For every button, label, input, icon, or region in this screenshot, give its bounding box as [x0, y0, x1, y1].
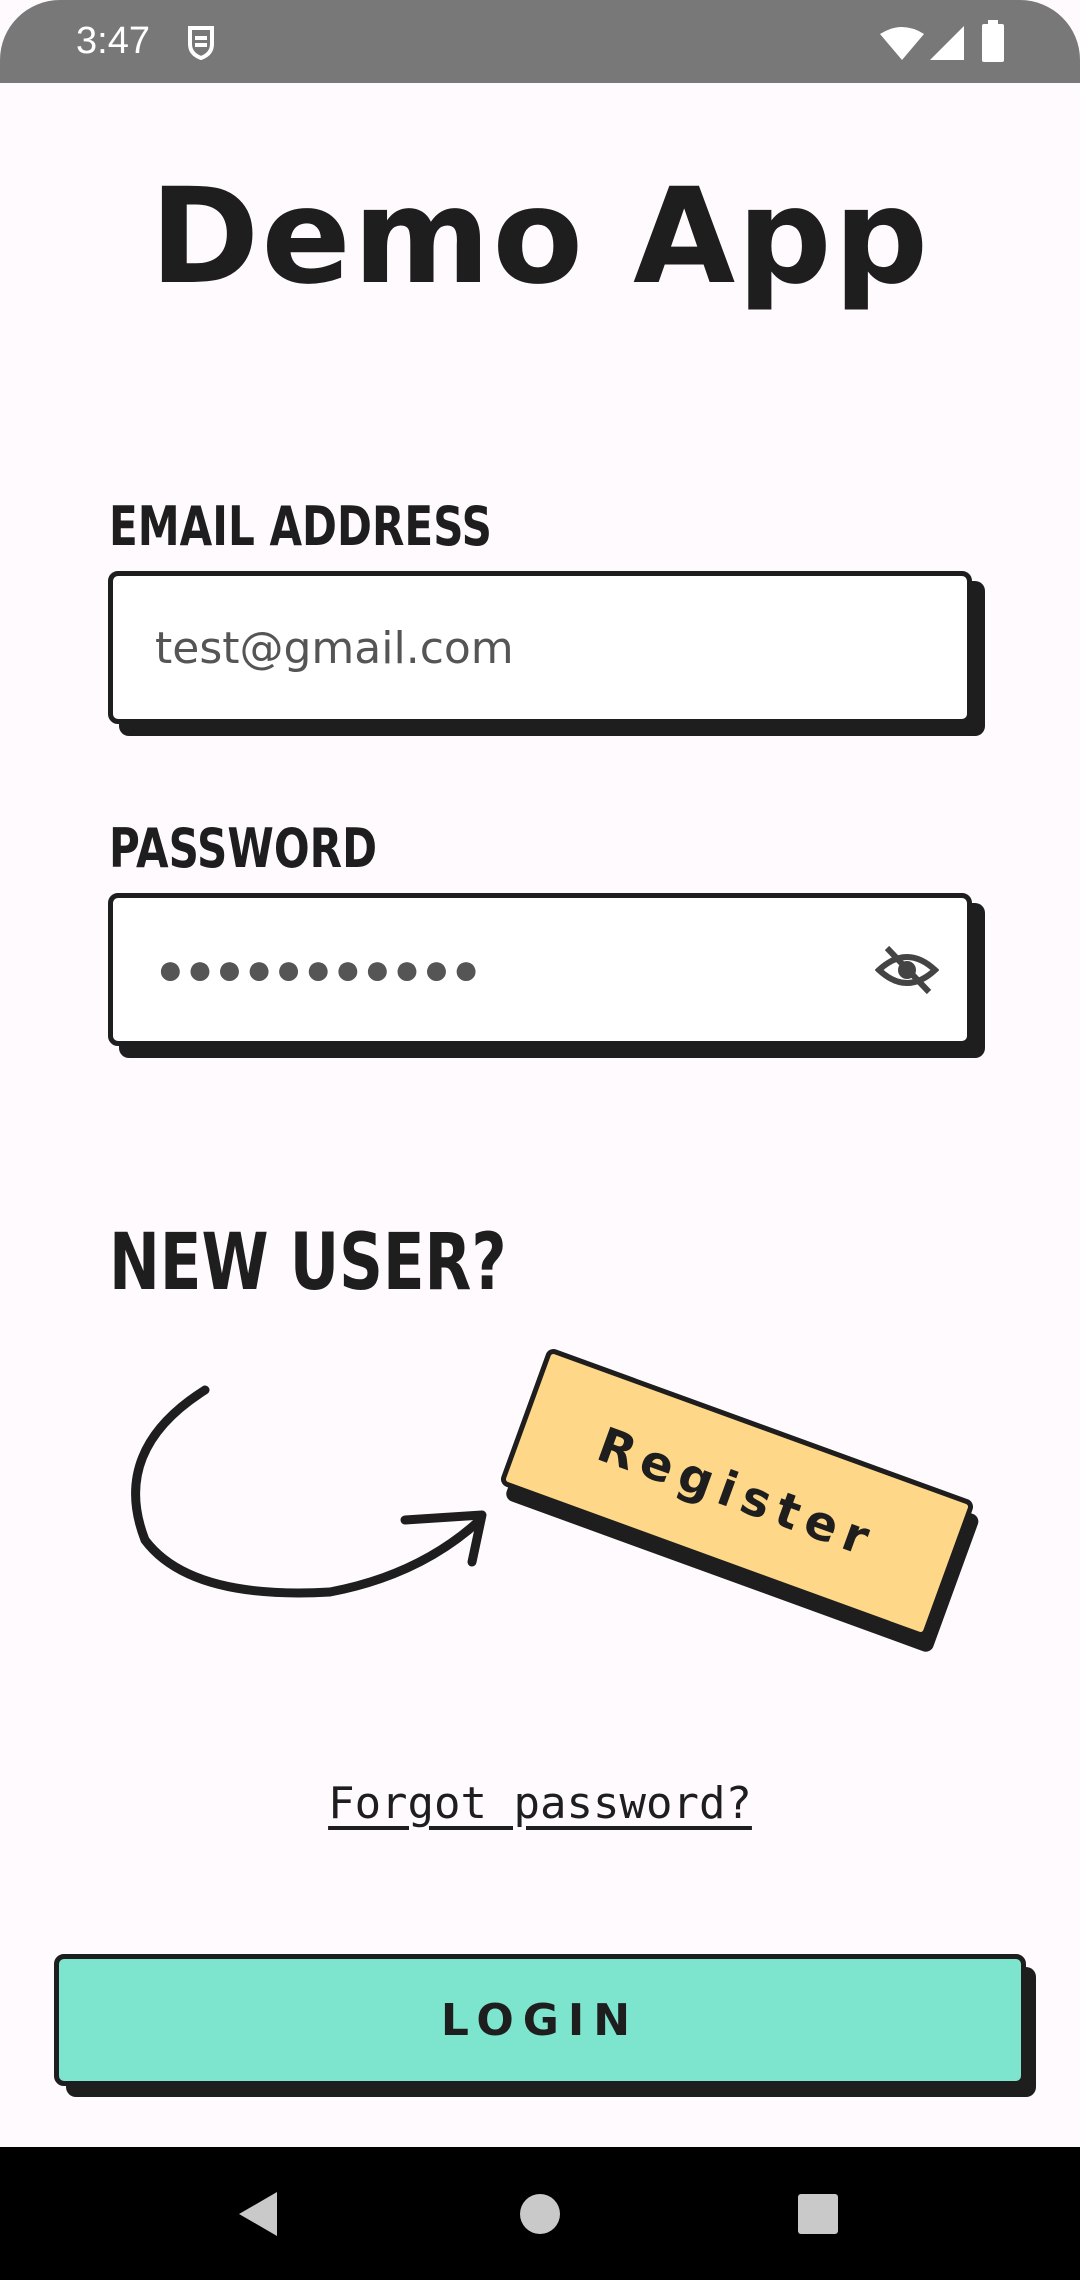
app-title: Demo App — [149, 160, 931, 314]
forgot-password-link[interactable]: Forgot password? — [328, 1778, 752, 1829]
status-time: 3:47 — [76, 20, 150, 62]
battery-icon — [982, 20, 1004, 62]
password-input[interactable]: ●●●●●●●●●●● — [157, 898, 482, 1041]
curved-arrow-icon — [131, 1385, 487, 1598]
recents-button[interactable] — [758, 2147, 878, 2280]
register-button-wrap: Register — [498, 1346, 981, 1654]
forgot-password-row: Forgot password? — [0, 1778, 1080, 1829]
home-icon — [520, 2193, 560, 2234]
register-button[interactable]: Register — [498, 1346, 976, 1640]
sync-shield-icon — [188, 26, 214, 60]
email-label: EMAIL ADDRESS — [109, 495, 492, 558]
status-bar: 3:47 — [0, 0, 1080, 83]
recents-icon — [798, 2193, 838, 2234]
password-field[interactable]: ●●●●●●●●●●● — [108, 893, 972, 1046]
login-button[interactable]: LOGIN — [54, 1954, 1026, 2086]
home-button[interactable] — [480, 2147, 600, 2280]
back-button[interactable] — [199, 2147, 319, 2280]
back-icon — [239, 2191, 277, 2236]
navigation-bar — [0, 2147, 1080, 2280]
email-field[interactable] — [108, 571, 972, 724]
eye-off-icon[interactable] — [875, 942, 939, 998]
email-input[interactable] — [153, 576, 917, 721]
login-screen: 3:47 Demo App EMAIL ADDRESS PASSWORD ●●●… — [0, 0, 1080, 2280]
password-label: PASSWORD — [109, 817, 378, 880]
wifi-icon — [880, 27, 924, 60]
cellular-icon — [930, 26, 964, 60]
new-user-heading: NEW USER? — [109, 1218, 507, 1308]
